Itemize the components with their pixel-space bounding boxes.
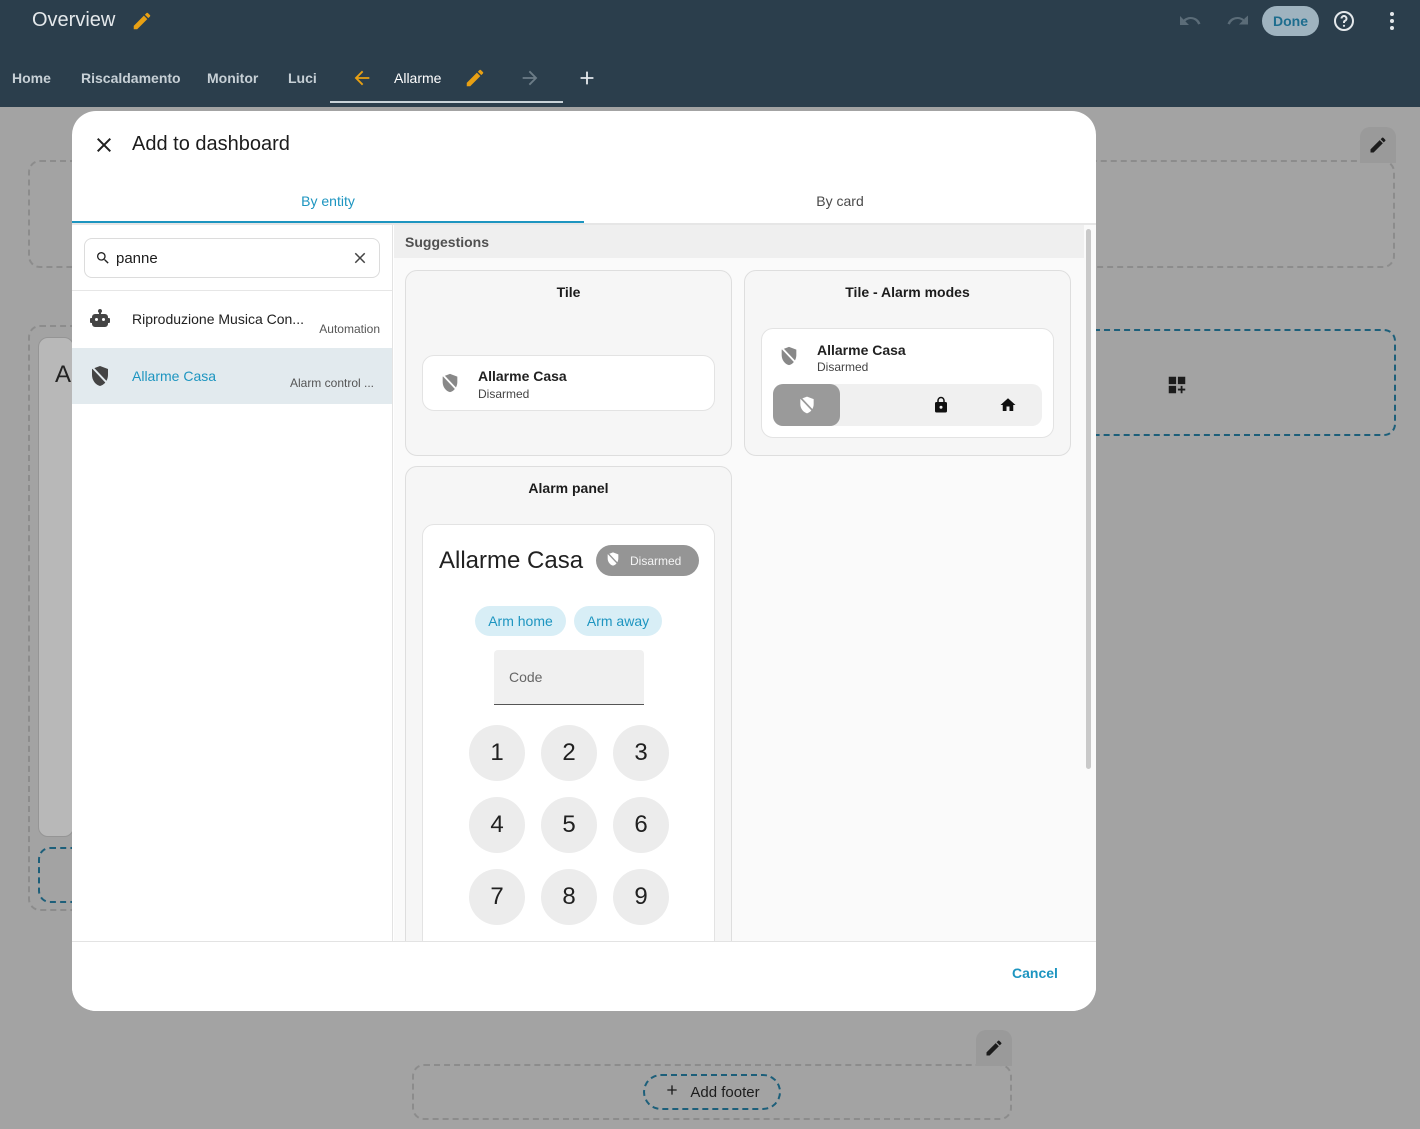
entity-name: Riproduzione Musica Con... — [132, 311, 304, 327]
tab-home[interactable]: Home — [12, 58, 51, 98]
shield-off-icon — [439, 372, 461, 399]
bg-edit-section-pencil-icon[interactable] — [1360, 127, 1396, 163]
suggestion-title: Tile — [556, 284, 581, 300]
keypad-key[interactable]: 2 — [541, 725, 597, 781]
tab-riscaldamento[interactable]: Riscaldamento — [81, 58, 181, 98]
keypad-key[interactable]: 1 — [469, 725, 525, 781]
scrollbar[interactable] — [1086, 229, 1091, 769]
code-label: Code — [509, 669, 543, 685]
add-footer-label: Add footer — [690, 1083, 760, 1101]
dialog-tab-indicator — [72, 221, 584, 223]
night-moon-icon[interactable] — [840, 384, 907, 426]
search-value: panne — [116, 250, 158, 267]
tile-modes-preview: Allarme Casa Disarmed — [761, 328, 1054, 438]
entity-type: Automation — [319, 322, 380, 336]
tab-by-entity[interactable]: By entity — [72, 177, 584, 225]
away-lock-icon[interactable] — [907, 384, 974, 426]
dialog-tabs: By entity By card — [72, 177, 1096, 225]
status-badge: Disarmed — [596, 545, 699, 576]
dialog-title: Add to dashboard — [132, 133, 290, 155]
suggestion-title: Alarm panel — [528, 480, 609, 496]
cancel-button[interactable]: Cancel — [1012, 965, 1058, 981]
suggestion-tile-card[interactable]: Tile Allarme Casa Disarmed — [405, 270, 732, 456]
dialog-footer: Cancel — [72, 941, 1096, 1011]
suggestions-pane: Suggestions Tile Allarme Casa Disarmed T… — [394, 225, 1096, 941]
keypad-key[interactable]: 4 — [469, 797, 525, 853]
done-button[interactable]: Done — [1262, 6, 1319, 36]
alarm-panel-preview: Allarme Casa Disarmed Arm home Arm away … — [422, 524, 715, 941]
entity-list-pane: panne Riproduzione Musica Con... Automat… — [72, 225, 393, 941]
shield-off-icon — [778, 345, 800, 372]
entity-search-input[interactable]: panne — [84, 238, 380, 278]
bg-add-badge-area[interactable] — [1094, 329, 1396, 436]
bg-card-letter: A — [55, 361, 72, 388]
clear-search-icon[interactable] — [351, 249, 369, 272]
app-toolbar: Overview Done Home Riscaldamento Monitor… — [0, 0, 1420, 107]
tile-state: Disarmed — [817, 360, 869, 374]
tab-luci[interactable]: Luci — [288, 58, 317, 98]
edit-view-pencil-icon[interactable] — [464, 58, 486, 98]
keypad-key[interactable]: 5 — [541, 797, 597, 853]
shield-off-icon — [605, 551, 621, 570]
entity-type: Alarm control ... — [289, 376, 374, 390]
alarm-modes-bar — [773, 384, 1042, 426]
tab-monitor[interactable]: Monitor — [207, 58, 258, 98]
suggestion-title: Tile - Alarm modes — [845, 284, 970, 300]
keypad-key[interactable]: 8 — [541, 869, 597, 925]
home-icon[interactable] — [974, 384, 1041, 426]
alarm-panel-name: Allarme Casa — [439, 547, 584, 574]
entity-name: Allarme Casa — [132, 368, 217, 384]
add-card-grid-icon — [1166, 374, 1188, 401]
tile-state: Disarmed — [478, 387, 530, 401]
suggestions-header: Suggestions — [394, 225, 1084, 258]
tile-entity-name: Allarme Casa — [817, 342, 906, 358]
bg-alarm-card — [38, 337, 74, 837]
keypad-key[interactable]: 9 — [613, 869, 669, 925]
list-item-automation[interactable]: Riproduzione Musica Con... Automation — [72, 291, 392, 347]
add-footer-button[interactable]: Add footer — [643, 1074, 781, 1110]
list-item-alarm[interactable]: Allarme Casa Alarm control ... — [72, 348, 392, 404]
search-icon — [95, 250, 111, 271]
redo-icon[interactable] — [1226, 9, 1250, 33]
suggestion-alarm-panel-card[interactable]: Alarm panel Allarme Casa Disarmed Arm ho… — [405, 466, 732, 941]
bg-edit-footer-pencil-icon[interactable] — [976, 1030, 1012, 1066]
add-view-plus-icon[interactable] — [576, 58, 598, 98]
move-tab-left-arrow-icon[interactable] — [351, 58, 373, 98]
move-tab-right-arrow-icon[interactable] — [519, 58, 541, 98]
edit-title-pencil-icon[interactable] — [131, 10, 153, 37]
overflow-menu-icon[interactable] — [1380, 9, 1404, 33]
plus-icon — [664, 1082, 680, 1102]
tile-entity-name: Allarme Casa — [478, 368, 567, 384]
dashboard-title: Overview — [32, 9, 116, 31]
add-to-dashboard-dialog: Add to dashboard By entity By card panne… — [72, 111, 1096, 1011]
active-tab-indicator — [330, 101, 563, 103]
shield-off-icon — [88, 364, 112, 393]
suggestion-tile-modes-card[interactable]: Tile - Alarm modes Allarme Casa Disarmed — [744, 270, 1071, 456]
tab-by-card[interactable]: By card — [584, 177, 1096, 225]
arm-away-button[interactable]: Arm away — [574, 606, 662, 636]
keypad-key[interactable]: 3 — [613, 725, 669, 781]
arm-home-button[interactable]: Arm home — [475, 606, 566, 636]
tab-allarme[interactable]: Allarme — [394, 58, 441, 98]
code-field[interactable]: Code — [494, 650, 644, 705]
status-badge-label: Disarmed — [630, 553, 682, 568]
disarmed-shield-icon[interactable] — [773, 384, 840, 426]
close-icon[interactable] — [92, 133, 116, 157]
help-icon[interactable] — [1332, 9, 1356, 33]
keypad-key[interactable]: 6 — [613, 797, 669, 853]
tile-preview: Allarme Casa Disarmed — [422, 355, 715, 411]
undo-icon[interactable] — [1178, 9, 1202, 33]
robot-icon — [88, 307, 112, 336]
keypad-key[interactable]: 7 — [469, 869, 525, 925]
